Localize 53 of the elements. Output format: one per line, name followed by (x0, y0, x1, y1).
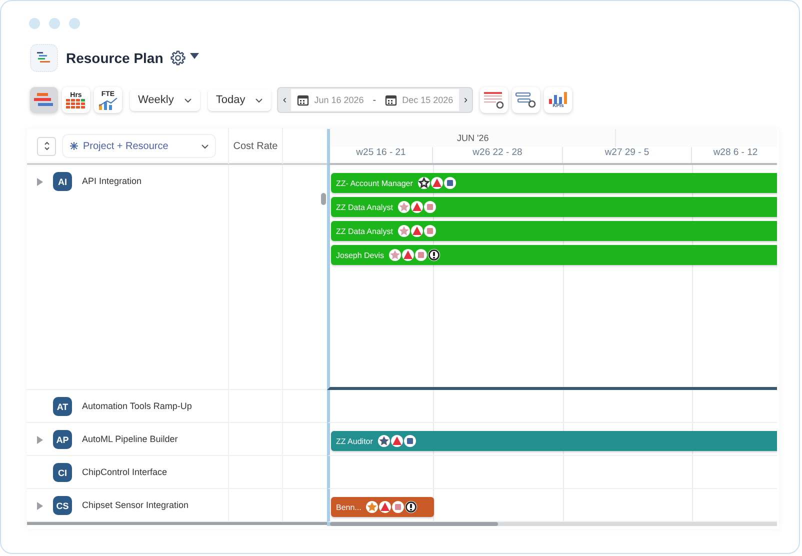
calendar-settings-button[interactable] (480, 87, 508, 113)
project-name[interactable]: Chipset Sensor Integration (82, 489, 219, 522)
gantt-icon (34, 93, 54, 107)
calendar-icon[interactable] (385, 94, 398, 106)
sort-button[interactable] (37, 136, 56, 156)
project-avatar: AP (53, 430, 72, 449)
window-dot (29, 18, 40, 29)
project-avatar: CI (53, 463, 72, 482)
chart-icon (98, 98, 118, 110)
month-header: JUN '26 (457, 133, 489, 143)
previous-button[interactable]: ‹ (278, 94, 292, 106)
calendar-gear-icon (483, 91, 506, 109)
column-header: Cost Rate (228, 128, 283, 164)
chevron-down-icon (184, 98, 192, 102)
asterisk-icon (69, 141, 79, 151)
sort-icon (44, 141, 50, 151)
project-name[interactable]: Automation Tools Ramp-Up (82, 390, 219, 423)
resource-bar[interactable]: ZZ Auditor (331, 431, 777, 451)
chevron-down-icon (255, 98, 264, 102)
scrollbar-thumb[interactable] (321, 193, 326, 205)
expand-icon[interactable] (37, 436, 43, 444)
project-name[interactable]: AutoML Pipeline Builder (82, 423, 219, 456)
next-button[interactable]: › (459, 94, 472, 106)
caret-down-icon[interactable] (190, 53, 200, 59)
bar-settings-button[interactable] (512, 87, 540, 113)
week-header: w25 16 - 21 (330, 147, 433, 163)
calendar-icon[interactable] (297, 94, 310, 106)
today-dropdown[interactable]: Today (208, 89, 272, 111)
expand-icon[interactable] (37, 178, 43, 186)
project-avatar: AT (53, 397, 72, 416)
window-title: Resource Plan (66, 50, 164, 66)
chevron-down-icon (201, 144, 209, 148)
project-avatar: CS (53, 496, 72, 515)
window-dot (49, 18, 60, 29)
gantt-chart-icon (30, 44, 58, 72)
bars-gear-icon (515, 91, 538, 109)
settings-icon[interactable] (170, 50, 186, 66)
bar-chart-icon (548, 92, 568, 104)
resource-bar[interactable]: Benn... (331, 497, 434, 517)
interval-dropdown[interactable]: Weekly (130, 89, 200, 111)
scrollbar-thumb[interactable] (330, 522, 498, 526)
week-header: w28 6 - 12 (692, 147, 777, 163)
project-name[interactable]: API Integration (82, 165, 219, 198)
date-separator: - (372, 94, 376, 106)
window-dot (69, 18, 80, 29)
grid-icon (66, 98, 86, 108)
project-name[interactable]: ChipControl Interface (82, 456, 219, 489)
group-by-dropdown[interactable]: Project + Resource (62, 134, 216, 158)
week-header: w27 29 - 5 (563, 147, 692, 163)
week-header: w26 22 - 28 (433, 147, 563, 163)
view-button[interactable] (30, 87, 58, 113)
expand-icon[interactable] (37, 502, 43, 510)
project-avatar: AI (53, 172, 72, 191)
